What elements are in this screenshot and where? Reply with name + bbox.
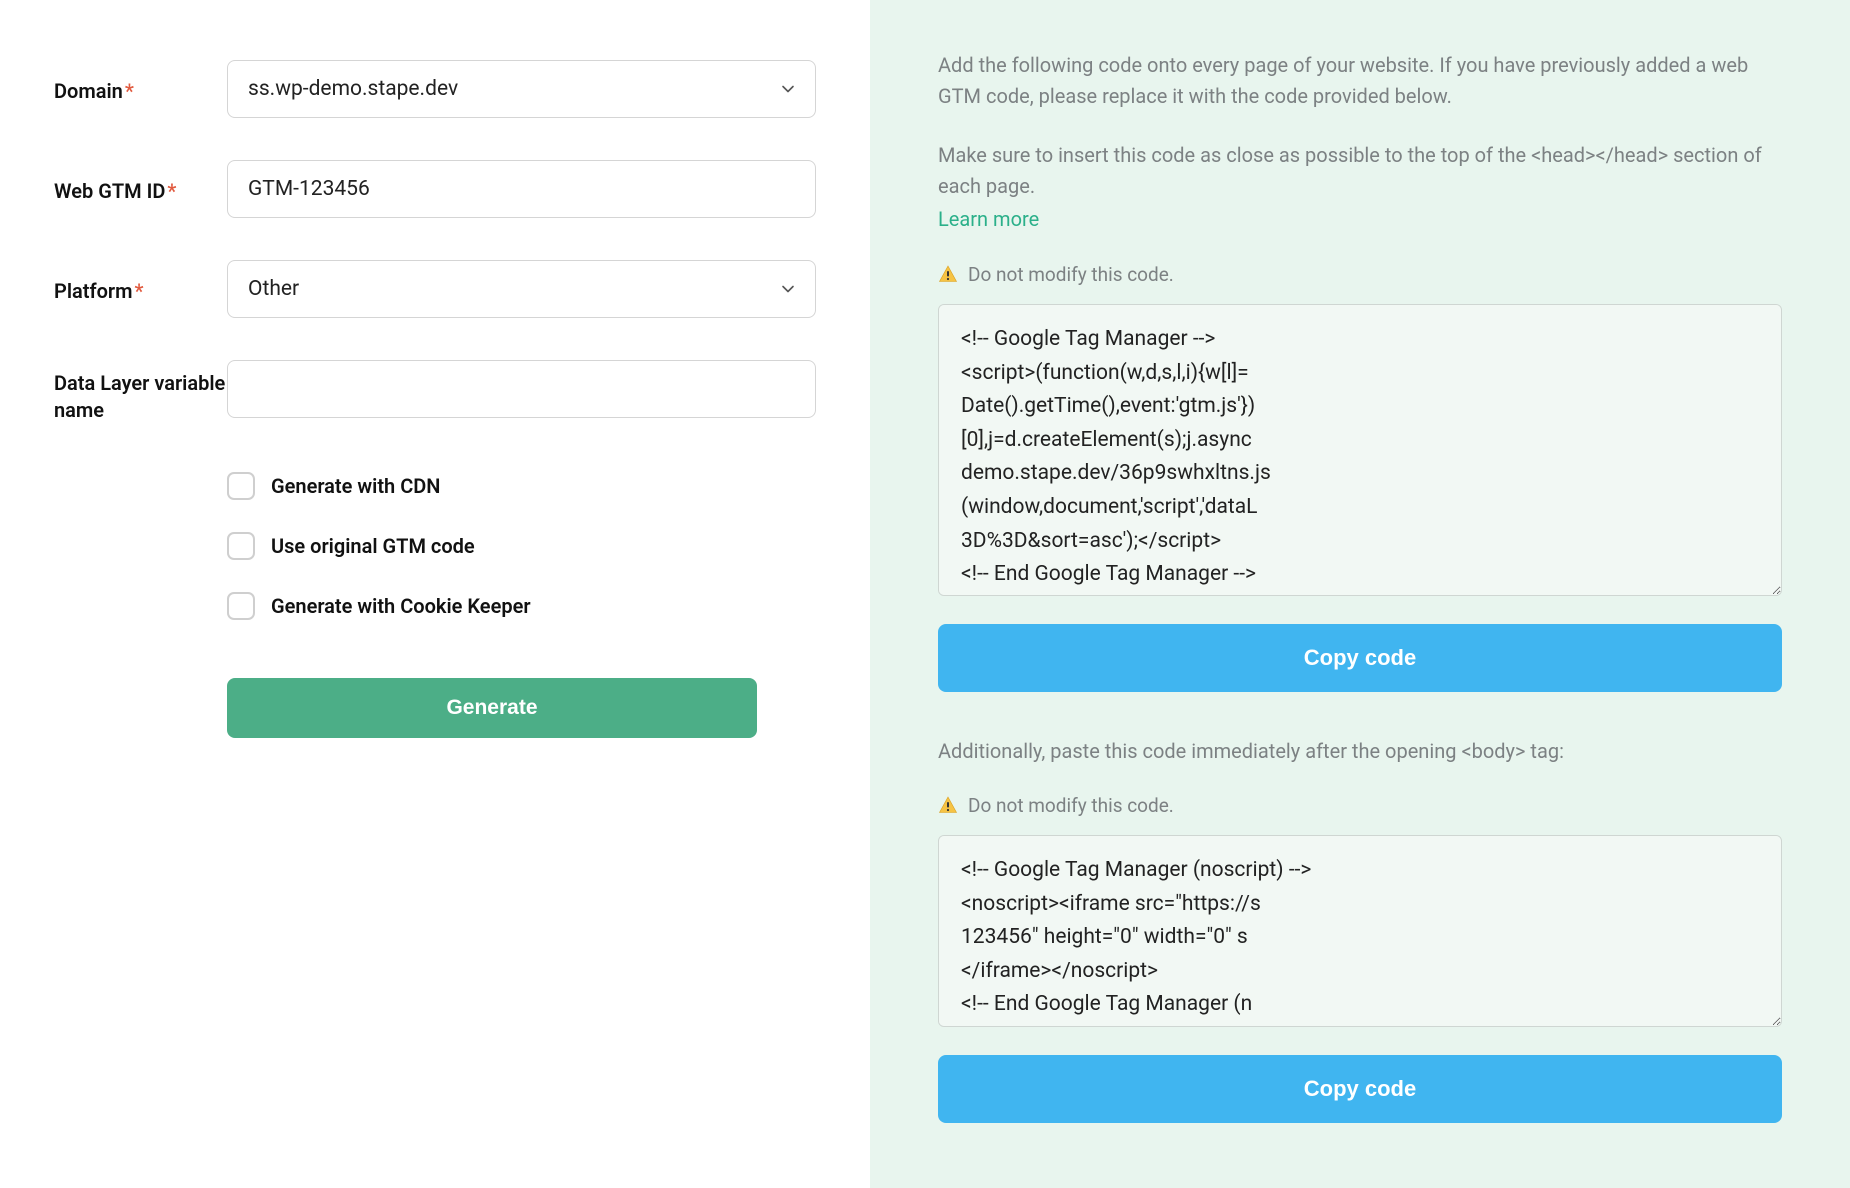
copy-code-button-1[interactable]: Copy code	[938, 624, 1782, 692]
domain-row: Domain* ss.wp-demo.stape.dev	[54, 60, 816, 118]
gtm-label: Web GTM ID*	[54, 160, 227, 205]
domain-label: Domain*	[54, 60, 227, 105]
warning-1: Do not modify this code.	[938, 263, 1782, 286]
checkbox-cdn-row: Generate with CDN	[227, 472, 816, 500]
intro-paragraph-2: Make sure to insert this code as close a…	[938, 140, 1782, 235]
chevron-down-icon	[781, 82, 795, 96]
learn-more-link[interactable]: Learn more	[938, 204, 1782, 235]
gtm-input[interactable]	[227, 160, 816, 218]
intro-paragraph-1: Add the following code onto every page o…	[938, 50, 1782, 112]
warning-text: Do not modify this code.	[968, 263, 1174, 286]
domain-select[interactable]: ss.wp-demo.stape.dev	[227, 60, 816, 118]
warning-icon	[938, 264, 958, 284]
gtm-row: Web GTM ID*	[54, 160, 816, 218]
checkbox-cookie-row: Generate with Cookie Keeper	[227, 592, 816, 620]
datalayer-input[interactable]	[227, 360, 816, 418]
platform-row: Platform* Other	[54, 260, 816, 318]
platform-select-value: Other	[248, 277, 299, 301]
checkbox-group: Generate with CDN Use original GTM code …	[227, 472, 816, 620]
code-panel: Add the following code onto every page o…	[870, 0, 1850, 1188]
chevron-down-icon	[781, 282, 795, 296]
platform-select[interactable]: Other	[227, 260, 816, 318]
checkbox-cdn[interactable]	[227, 472, 255, 500]
domain-select-value: ss.wp-demo.stape.dev	[248, 77, 458, 101]
datalayer-label: Data Layer variable name	[54, 360, 227, 424]
generate-button[interactable]: Generate	[227, 678, 757, 738]
additional-text: Additionally, paste this code immediatel…	[938, 736, 1782, 766]
warning-icon	[938, 795, 958, 815]
additional-section: Additionally, paste this code immediatel…	[938, 736, 1782, 1123]
checkbox-original-row: Use original GTM code	[227, 532, 816, 560]
warning-2: Do not modify this code.	[938, 794, 1782, 817]
copy-code-button-2[interactable]: Copy code	[938, 1055, 1782, 1123]
platform-label: Platform*	[54, 260, 227, 305]
checkbox-cdn-label: Generate with CDN	[271, 474, 440, 498]
intro-text: Add the following code onto every page o…	[938, 50, 1782, 235]
code-box-head[interactable]	[938, 304, 1782, 596]
datalayer-row: Data Layer variable name	[54, 360, 816, 424]
checkbox-original-label: Use original GTM code	[271, 534, 475, 558]
checkbox-cookie-label: Generate with Cookie Keeper	[271, 594, 531, 618]
checkbox-cookie[interactable]	[227, 592, 255, 620]
warning-text: Do not modify this code.	[968, 794, 1174, 817]
form-panel: Domain* ss.wp-demo.stape.dev Web GTM ID*…	[0, 0, 870, 1188]
checkbox-original[interactable]	[227, 532, 255, 560]
code-box-body[interactable]	[938, 835, 1782, 1027]
